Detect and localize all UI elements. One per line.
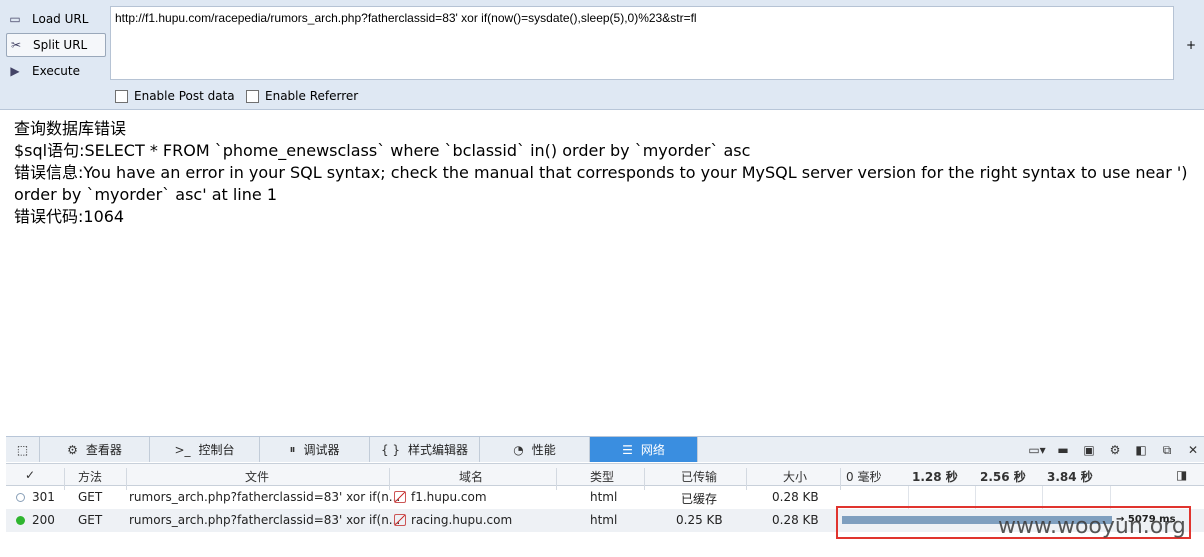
execute-button[interactable]: ▶ Execute (6, 59, 106, 83)
style-editor-icon: { } (380, 442, 401, 457)
split-url-button[interactable]: ✂ Split URL (6, 33, 106, 57)
toggle-sidebar-icon[interactable]: ◨ (1176, 468, 1187, 482)
request-transferred: 已缓存 (681, 492, 718, 506)
sql-statement: $sql语句:SELECT * FROM `phome_enewsclass` … (14, 141, 751, 160)
responsive-mode-icon[interactable]: ▣ (1078, 443, 1100, 457)
column-status[interactable]: ✓ (25, 468, 35, 482)
tab-network[interactable]: ☰ 网络 (590, 437, 698, 462)
timeline-label-3: 3.84 秒 (1047, 470, 1093, 484)
split-console-icon[interactable]: ▬ (1052, 443, 1074, 457)
column-transferred[interactable]: 已传输 (681, 468, 717, 485)
play-icon: ▶ (10, 64, 20, 78)
status-dot-icon (16, 493, 25, 502)
error-code: 错误代码:1064 (14, 207, 125, 226)
timeline-label-1: 1.28 秒 (912, 470, 958, 484)
load-url-button[interactable]: ▭ Load URL (6, 7, 106, 31)
error-message: 查询数据库错误 $sql语句:SELECT * FROM `phome_enew… (14, 118, 1194, 228)
pick-element-icon: ⬚ (16, 442, 29, 457)
scissors-icon: ✂ (10, 38, 22, 52)
close-icon[interactable]: ✕ (1182, 443, 1204, 457)
pick-element-button[interactable]: ⬚ (6, 437, 40, 462)
status-code: 200 (32, 513, 55, 527)
tab-performance[interactable]: ◔ 性能 (480, 437, 590, 462)
request-domain: racing.hupu.com (411, 513, 513, 527)
toolbox-buttons-icon[interactable]: ▭▾ (1026, 443, 1048, 457)
checkbox-box[interactable] (115, 89, 128, 103)
debugger-icon: ⏸ (289, 442, 296, 456)
column-domain[interactable]: 域名 (459, 468, 483, 485)
column-method[interactable]: 方法 (78, 468, 102, 485)
settings-gear-icon[interactable]: ⚙ (1104, 443, 1126, 457)
checkbox-box[interactable] (246, 89, 259, 103)
performance-icon: ◔ (513, 442, 524, 457)
status-dot-icon (16, 516, 25, 525)
request-transferred: 0.25 KB (676, 513, 723, 527)
watermark: www.wooyun.org (998, 514, 1186, 539)
error-info: 错误信息:You have an error in your SQL synta… (14, 163, 1188, 204)
tab-console[interactable]: >_ 控制台 (150, 437, 260, 462)
request-domain: f1.hupu.com (411, 490, 487, 504)
request-method: GET (78, 513, 103, 527)
request-size: 0.28 KB (772, 490, 819, 504)
dock-side-icon[interactable]: ◧ (1130, 443, 1152, 457)
request-file: rumors_arch.php?fatherclassid=83' xor if… (129, 513, 401, 527)
request-file: rumors_arch.php?fatherclassid=83' xor if… (129, 490, 401, 504)
column-file[interactable]: 文件 (245, 468, 269, 485)
tab-inspector[interactable]: ⚙ 查看器 (40, 437, 150, 462)
request-method: GET (78, 490, 103, 504)
hackbar-panel: ▭ Load URL ✂ Split URL ▶ Execute http://… (0, 0, 1204, 110)
tab-style-editor[interactable]: { } 样式编辑器 (370, 437, 480, 462)
devtools-controls: ▭▾ ▬ ▣ ⚙ ◧ ⧉ ✕ (1022, 437, 1204, 463)
status-code: 301 (32, 490, 55, 504)
url-input[interactable]: http://f1.hupu.com/racepedia/rumors_arch… (110, 6, 1174, 80)
load-url-icon: ▭ (9, 12, 21, 26)
enable-post-checkbox[interactable]: Enable Post data (115, 89, 235, 103)
inspector-icon: ⚙ (67, 442, 78, 457)
network-icon: ☰ (622, 442, 633, 457)
column-size[interactable]: 大小 (783, 468, 807, 485)
console-icon: >_ (174, 442, 191, 457)
network-table-header: ✓ 方法 文件 域名 类型 已传输 大小 0 毫秒 1.28 秒 2.56 秒 … (6, 463, 1204, 490)
enable-referrer-checkbox[interactable]: Enable Referrer (246, 89, 358, 103)
timeline-label-2: 2.56 秒 (980, 470, 1026, 484)
undock-window-icon[interactable]: ⧉ (1156, 443, 1178, 458)
timeline-label-0: 0 毫秒 (846, 470, 882, 484)
request-size: 0.28 KB (772, 513, 819, 527)
request-type: html (590, 490, 618, 504)
request-type: html (590, 513, 618, 527)
increase-size-button[interactable]: + (1186, 38, 1196, 52)
devtools-toolbar: ⬚ ⚙ 查看器 >_ 控制台 ⏸ 调试器 { } 样式编辑器 ◔ 性能 ☰ 网络… (6, 436, 1204, 462)
insecure-icon (394, 491, 406, 503)
error-title: 查询数据库错误 (14, 119, 127, 138)
column-type[interactable]: 类型 (590, 468, 614, 485)
tab-debugger[interactable]: ⏸ 调试器 (260, 437, 370, 462)
insecure-icon (394, 514, 406, 526)
